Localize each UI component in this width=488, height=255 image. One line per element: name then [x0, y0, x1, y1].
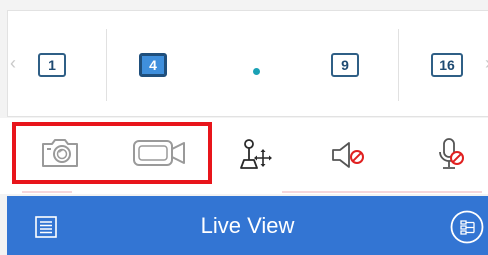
page-title: Live View — [200, 213, 295, 238]
microphone-off-icon — [439, 138, 464, 169]
scroll-left-arrow-icon[interactable]: ‹ — [10, 54, 16, 72]
device-list-icon — [450, 210, 484, 244]
layout-16-button[interactable]: 16 — [431, 53, 463, 77]
page-indicator-dot — [253, 68, 260, 75]
speaker-muted-icon — [332, 142, 364, 168]
talk-button[interactable] — [431, 134, 471, 176]
layout-selector-strip: ‹ 1 4 9 16 › — [7, 10, 488, 117]
audio-toggle-button[interactable] — [328, 135, 368, 175]
layout-1-label: 1 — [48, 57, 56, 73]
layout-16-label: 16 — [439, 57, 455, 73]
live-view-screen: ‹ 1 4 9 16 › — [0, 0, 488, 255]
layout-4-button[interactable]: 4 — [139, 53, 167, 77]
divider — [398, 29, 399, 101]
ptz-button[interactable] — [235, 135, 275, 175]
divider — [106, 29, 107, 101]
divider — [22, 191, 72, 193]
views-button[interactable] — [450, 210, 484, 244]
layout-9-button[interactable]: 9 — [331, 53, 359, 77]
layout-1-button[interactable]: 1 — [38, 53, 66, 77]
bottom-bar: Live View — [7, 196, 488, 255]
layout-4-label: 4 — [149, 57, 157, 73]
divider — [282, 191, 482, 193]
snapshot-record-highlight — [12, 122, 212, 184]
ptz-joystick-icon — [240, 139, 272, 169]
layout-9-label: 9 — [341, 57, 349, 73]
